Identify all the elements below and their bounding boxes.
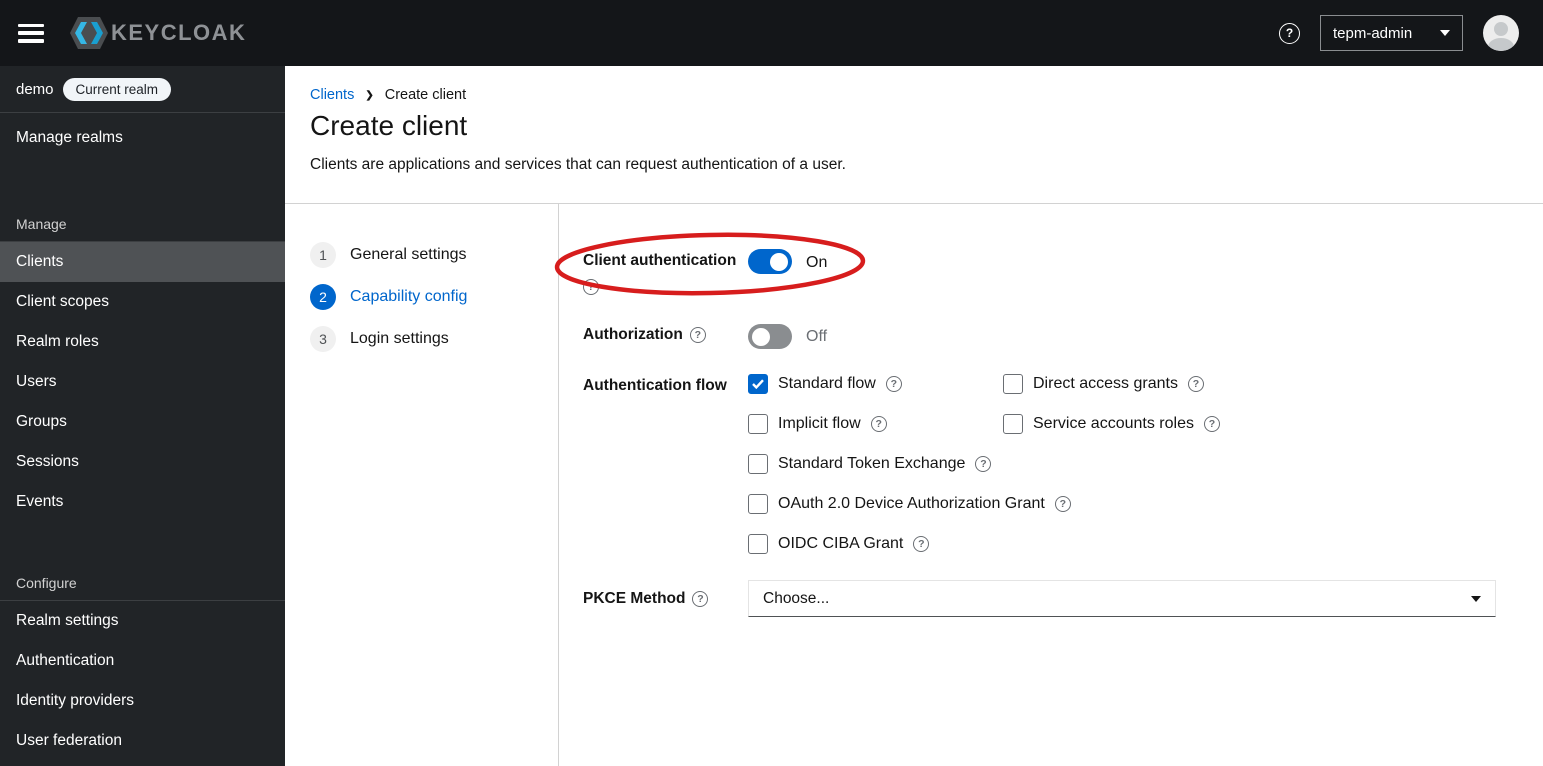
- help-icon[interactable]: ?: [913, 536, 930, 552]
- sidebar-item-users[interactable]: Users: [0, 362, 285, 402]
- pkce-method-value: Choose...: [763, 589, 830, 607]
- breadcrumb: Clients ❯ Create client: [310, 87, 466, 103]
- pkce-method-field: PKCE Method ?: [583, 590, 709, 608]
- checkbox-label: Implicit flow: [778, 415, 861, 432]
- brand-name: KEYCLOAK: [111, 20, 247, 45]
- help-icon[interactable]: ?: [1203, 416, 1220, 432]
- help-icon[interactable]: ?: [1187, 376, 1204, 392]
- help-icon[interactable]: ?: [1279, 22, 1300, 44]
- chevron-down-icon: [1440, 30, 1450, 36]
- checkbox-oauth-2-0-device-authorization-grant[interactable]: [748, 494, 768, 514]
- checkbox-label: Standard Token Exchange: [778, 455, 966, 472]
- checkbox-row-oidc-ciba-grant: OIDC CIBA Grant?: [748, 524, 1071, 564]
- keycloak-logo-icon: [70, 17, 108, 49]
- sidebar-item-user-federation[interactable]: User federation: [0, 721, 285, 761]
- wizard-step-general-settings[interactable]: 1 General settings: [310, 234, 550, 276]
- checkbox-label: Direct access grants: [1033, 375, 1178, 392]
- current-realm-badge: Current realm: [62, 77, 172, 101]
- step-number: 2: [310, 284, 336, 310]
- page-subtitle: Clients are applications and services th…: [310, 156, 846, 173]
- sidebar-item-authentication[interactable]: Authentication: [0, 641, 285, 681]
- main-content: Clients ❯ Create client Create client Cl…: [285, 66, 1543, 766]
- checkbox-row-direct-access-grants: Direct access grants?: [1003, 364, 1220, 404]
- breadcrumb-chevron-icon: ❯: [365, 89, 374, 101]
- sidebar-item-identity-providers[interactable]: Identity providers: [0, 681, 285, 721]
- help-icon[interactable]: ?: [1054, 496, 1071, 512]
- sidebar-item-sessions[interactable]: Sessions: [0, 442, 285, 482]
- checkbox-standard-flow[interactable]: [748, 374, 768, 394]
- checkbox-row-service-accounts-roles: Service accounts roles?: [1003, 404, 1220, 444]
- pkce-method-select[interactable]: Choose...: [748, 580, 1496, 617]
- client-authentication-toggle[interactable]: [748, 249, 792, 274]
- header-divider: [285, 203, 1543, 204]
- realm-name: demo: [16, 80, 54, 98]
- checkbox-label: Service accounts roles: [1033, 415, 1194, 432]
- sidebar-item-client-scopes[interactable]: Client scopes: [0, 282, 285, 322]
- checkbox-label: OIDC CIBA Grant: [778, 535, 904, 552]
- checkbox-oidc-ciba-grant[interactable]: [748, 534, 768, 554]
- client-authentication-field: Client authentication ?: [583, 252, 736, 295]
- step-number: 1: [310, 242, 336, 268]
- nav-section-configure: Configure Realm settings Authentication Ide…: [0, 566, 285, 761]
- wizard-nav: 1 General settings 2 Capability config 3 Logi…: [310, 234, 550, 360]
- topbar-right: ? tepm-admin: [1279, 15, 1519, 51]
- keycloak-logo: KEYCLOAK: [68, 14, 246, 52]
- nav-section-title-configure: Configure: [16, 575, 77, 591]
- wizard-step-login-settings[interactable]: 3 Login settings: [310, 318, 550, 360]
- checkbox-service-accounts-roles[interactable]: [1003, 414, 1023, 434]
- authentication-flow-field: Authentication flow: [583, 377, 727, 395]
- checkbox-row-oauth-2-0-device-authorization-grant: OAuth 2.0 Device Authorization Grant?: [748, 484, 1071, 524]
- step-label: Login settings: [350, 330, 449, 347]
- checkbox-label: OAuth 2.0 Device Authorization Grant: [778, 495, 1045, 512]
- avatar[interactable]: [1483, 15, 1519, 51]
- sidebar-item-groups[interactable]: Groups: [0, 402, 285, 442]
- client-authentication-state: On: [806, 254, 828, 271]
- sidebar-item-realm-settings[interactable]: Realm settings: [0, 601, 285, 641]
- avatar-person-icon: [1494, 22, 1508, 36]
- help-icon[interactable]: ?: [689, 327, 706, 343]
- help-icon[interactable]: ?: [692, 591, 709, 607]
- chevron-down-icon: [1471, 595, 1481, 602]
- step-label: General settings: [350, 246, 467, 263]
- checkbox-implicit-flow[interactable]: [748, 414, 768, 434]
- authorization-label: Authorization: [583, 326, 683, 343]
- nav-section-manage: Manage Clients Client scopes Realm roles Use…: [0, 207, 285, 522]
- sidebar-item-realm-roles[interactable]: Realm roles: [0, 322, 285, 362]
- wizard-divider: [558, 204, 559, 766]
- sidebar-item-manage-realms[interactable]: Manage realms: [0, 113, 285, 163]
- realm-selector[interactable]: demo Current realm: [0, 66, 285, 113]
- nav-section-title-manage: Manage: [16, 216, 67, 232]
- page-title: Create client: [310, 110, 468, 141]
- help-icon[interactable]: ?: [885, 376, 902, 392]
- user-name: tepm-admin: [1333, 24, 1413, 42]
- wizard-step-capability-config[interactable]: 2 Capability config: [310, 276, 550, 318]
- authorization-field: Authorization ?: [583, 326, 706, 344]
- top-bar: KEYCLOAK ? tepm-admin: [0, 0, 1543, 66]
- help-icon[interactable]: ?: [870, 416, 887, 432]
- breadcrumb-link-clients[interactable]: Clients: [310, 87, 354, 103]
- step-number: 3: [310, 326, 336, 352]
- checkbox-label: Standard flow: [778, 375, 876, 392]
- auth-flow-column-2: Direct access grants? Service accounts ro…: [1003, 364, 1220, 444]
- sidebar-item-clients[interactable]: Clients: [0, 242, 285, 282]
- sidebar-item-events[interactable]: Events: [0, 482, 285, 522]
- hamburger-menu-icon[interactable]: [18, 23, 44, 43]
- checkbox-standard-token-exchange[interactable]: [748, 454, 768, 474]
- client-authentication-label: Client authentication: [583, 252, 737, 269]
- authorization-state: Off: [806, 328, 828, 345]
- authorization-toggle[interactable]: [748, 324, 792, 349]
- checkbox-row-standard-token-exchange: Standard Token Exchange?: [748, 444, 1071, 484]
- help-icon[interactable]: ?: [975, 456, 992, 472]
- checkbox-direct-access-grants[interactable]: [1003, 374, 1023, 394]
- pkce-method-label: PKCE Method: [583, 590, 686, 607]
- sidebar: demo Current realm Manage realms Manage C…: [0, 66, 285, 766]
- authentication-flow-label: Authentication flow: [583, 377, 727, 394]
- help-icon[interactable]: ?: [583, 279, 599, 295]
- user-menu-dropdown[interactable]: tepm-admin: [1320, 15, 1463, 51]
- step-label: Capability config: [350, 288, 468, 305]
- breadcrumb-current: Create client: [384, 87, 467, 103]
